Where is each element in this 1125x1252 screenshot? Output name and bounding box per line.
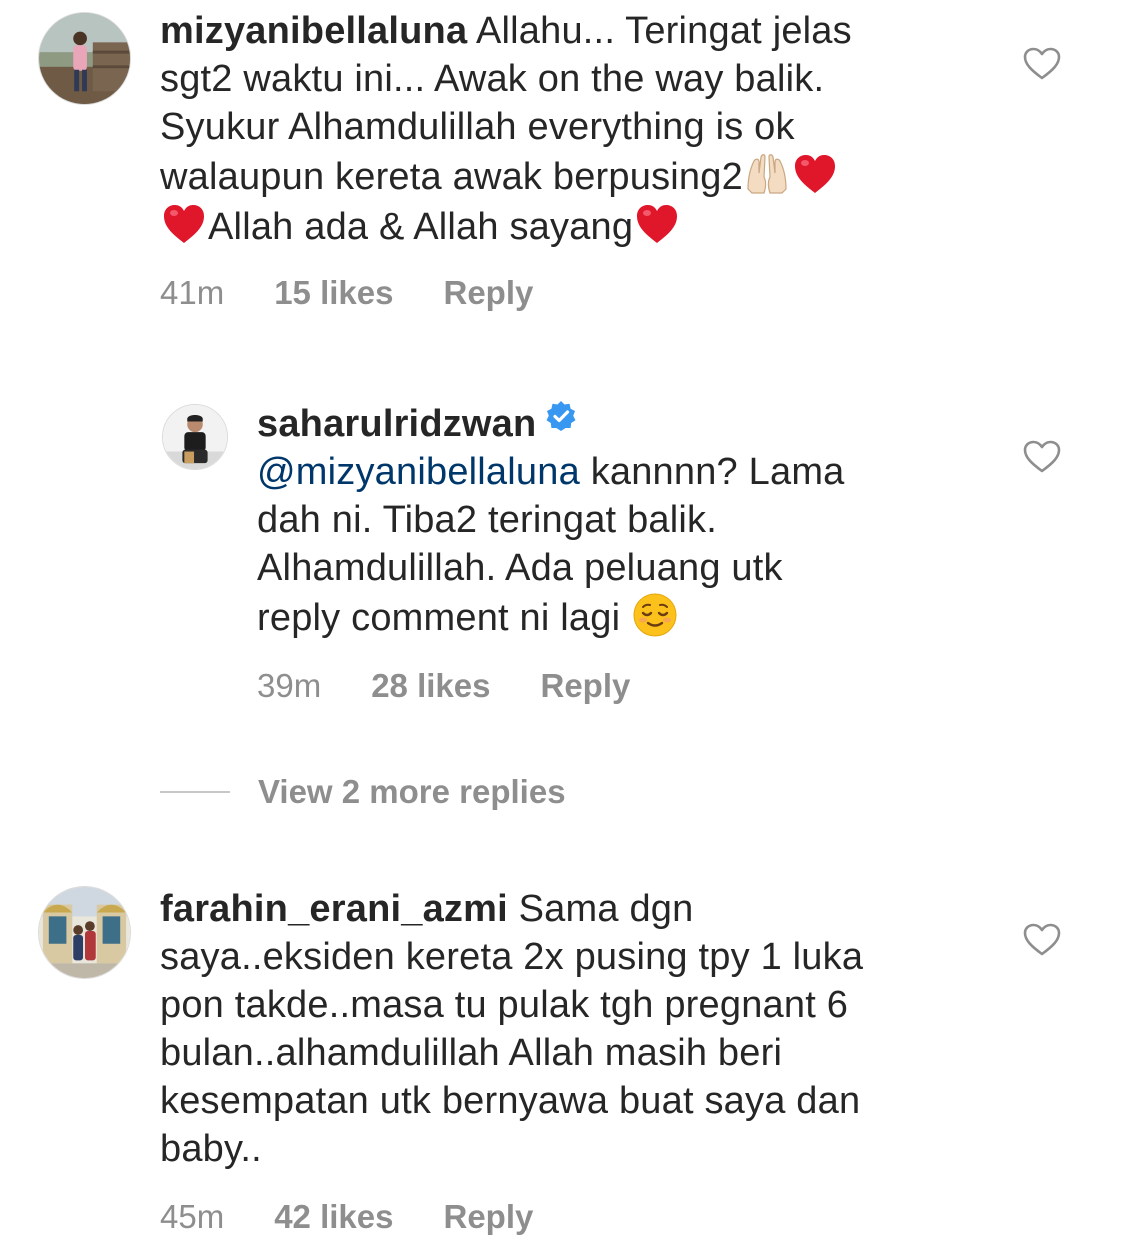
comment-time: 39m bbox=[257, 667, 322, 704]
relieved-face-emoji bbox=[632, 592, 678, 638]
comment-line: kesempatan utk bernyawa buat saya dan bbox=[160, 1080, 861, 1122]
comment-time: 41m bbox=[160, 274, 225, 311]
red-heart-emoji bbox=[792, 151, 838, 197]
comment-mizyanibellaluna: mizyanibellaluna Allahu... Teringat jela… bbox=[0, 0, 1125, 330]
red-heart-emoji bbox=[634, 201, 680, 247]
avatar[interactable] bbox=[38, 12, 131, 105]
comment-line: Allah ada & Allah sayang bbox=[208, 206, 634, 248]
comment-line: Syukur Alhamdulillah everything is ok bbox=[160, 106, 795, 148]
comment-text: mizyanibellaluna Allahu... Teringat jela… bbox=[160, 7, 960, 251]
comment-meta: 45m 42 likes Reply bbox=[160, 1198, 533, 1236]
comment-line: walaupun kereta awak berpusing2 bbox=[160, 156, 743, 198]
verified-badge-icon bbox=[544, 400, 578, 434]
red-heart-emoji bbox=[161, 201, 207, 247]
mention-link[interactable]: @mizyanibellaluna bbox=[257, 451, 580, 493]
comment-farahin_erani_azmi: farahin_erani_azmi Sama dgn saya..ekside… bbox=[0, 880, 1125, 1252]
avatar[interactable] bbox=[162, 404, 228, 470]
comment-text: saharulridzwan @mizyanibellaluna kannnn?… bbox=[257, 400, 977, 642]
divider-line bbox=[160, 791, 230, 793]
reply-button[interactable]: Reply bbox=[540, 667, 630, 705]
comment-username[interactable]: mizyanibellaluna bbox=[160, 10, 467, 52]
comment-line: pon takde..masa tu pulak tgh pregnant 6 bbox=[160, 984, 849, 1026]
comment-meta: 41m 15 likes Reply bbox=[160, 274, 533, 312]
avatar-photo bbox=[39, 887, 130, 978]
comment-line: Sama dgn bbox=[518, 888, 694, 930]
heart-outline-icon[interactable] bbox=[1023, 923, 1061, 957]
avatar-photo bbox=[39, 13, 130, 104]
comment-line: reply comment ni lagi bbox=[257, 597, 621, 639]
raised-hands-emoji bbox=[744, 151, 790, 197]
heart-outline-icon[interactable] bbox=[1023, 440, 1061, 474]
comment-line: kannnn? Lama bbox=[590, 451, 845, 493]
comment-username[interactable]: saharulridzwan bbox=[257, 403, 536, 445]
comment-line: sgt2 waktu ini... Awak on the way balik. bbox=[160, 58, 825, 100]
view-more-replies-button[interactable]: View 2 more replies bbox=[160, 773, 566, 811]
avatar-photo bbox=[163, 405, 227, 469]
avatar[interactable] bbox=[38, 886, 131, 979]
comment-line: dah ni. Tiba2 teringat balik. bbox=[257, 499, 717, 541]
comment-line: saya..eksiden kereta 2x pusing tpy 1 luk… bbox=[160, 936, 864, 978]
comment-likes[interactable]: 28 likes bbox=[371, 667, 490, 705]
comment-line: bulan..alhamdulillah Allah masih beri bbox=[160, 1032, 783, 1074]
view-more-replies-label: View 2 more replies bbox=[258, 773, 566, 810]
comment-time: 45m bbox=[160, 1198, 225, 1235]
comment-likes[interactable]: 15 likes bbox=[274, 274, 393, 312]
comment-likes[interactable]: 42 likes bbox=[274, 1198, 393, 1236]
comment-text: farahin_erani_azmi Sama dgn saya..ekside… bbox=[160, 885, 980, 1173]
comment-line: Allahu... Teringat jelas bbox=[475, 10, 852, 52]
comment-username[interactable]: farahin_erani_azmi bbox=[160, 888, 508, 930]
comment-line: baby.. bbox=[160, 1128, 262, 1170]
heart-outline-icon[interactable] bbox=[1023, 47, 1061, 81]
reply-button[interactable]: Reply bbox=[443, 1198, 533, 1236]
reply-button[interactable]: Reply bbox=[443, 274, 533, 312]
comment-line: Alhamdulillah. Ada peluang utk bbox=[257, 547, 783, 589]
comment-reply-saharulridzwan: saharulridzwan @mizyanibellaluna kannnn?… bbox=[0, 390, 1125, 720]
comment-meta: 39m 28 likes Reply bbox=[257, 667, 630, 705]
